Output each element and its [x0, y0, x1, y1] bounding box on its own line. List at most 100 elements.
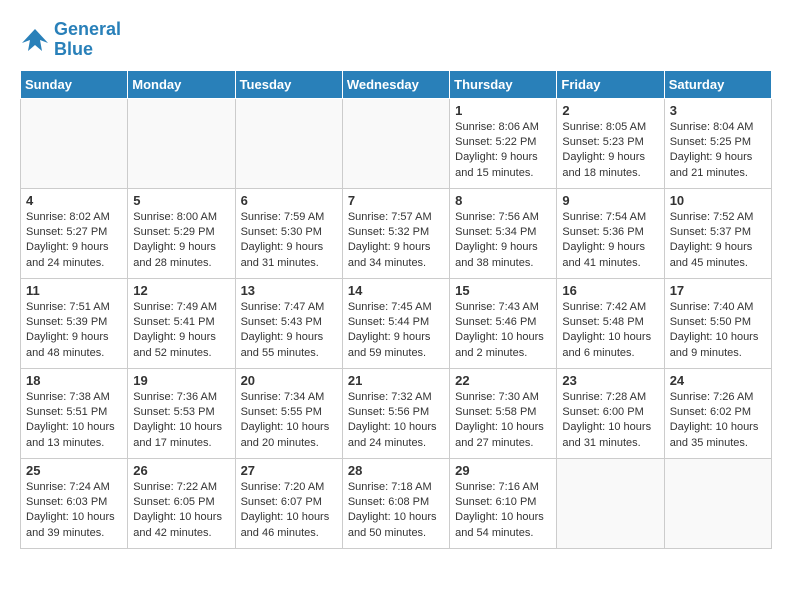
- calendar-cell: 26 Sunrise: 7:22 AM Sunset: 6:05 PM Dayli…: [128, 458, 235, 548]
- logo: General Blue: [20, 20, 121, 60]
- calendar-table: SundayMondayTuesdayWednesdayThursdayFrid…: [20, 70, 772, 549]
- weekday-header-saturday: Saturday: [664, 70, 771, 98]
- day-info: Sunrise: 7:24 AM Sunset: 6:03 PM Dayligh…: [26, 480, 122, 542]
- calendar-cell: 19Sunrise: 7:36 AM Sunset: 5:53 PM Dayli…: [128, 368, 235, 458]
- calendar-cell: 14Sunrise: 7:45 AM Sunset: 5:44 PM Dayli…: [342, 278, 449, 368]
- day-number: 28: [348, 463, 444, 478]
- weekday-header-row: SundayMondayTuesdayWednesdayThursdayFrid…: [21, 70, 772, 98]
- day-info: Sunrise: 7:57 AM Sunset: 5:32 PM Dayligh…: [348, 210, 444, 272]
- day-number: 9: [562, 193, 658, 208]
- day-number: 23: [562, 373, 658, 388]
- day-number: 12: [133, 283, 229, 298]
- day-info: Sunrise: 7:47 AM Sunset: 5:43 PM Dayligh…: [241, 300, 337, 362]
- calendar-cell: 25 Sunrise: 7:24 AM Sunset: 6:03 PM Dayli…: [21, 458, 128, 548]
- weekday-header-friday: Friday: [557, 70, 664, 98]
- logo-text: General Blue: [54, 20, 121, 60]
- page-header: General Blue: [20, 20, 772, 60]
- day-info: Sunrise: 7:28 AM Sunset: 6:00 PM Dayligh…: [562, 390, 658, 452]
- weekday-header-wednesday: Wednesday: [342, 70, 449, 98]
- day-info: Sunrise: 7:36 AM Sunset: 5:53 PM Dayligh…: [133, 390, 229, 452]
- logo-icon: [20, 25, 50, 55]
- calendar-cell: 6 Sunrise: 7:59 AM Sunset: 5:30 PM Daylig…: [235, 188, 342, 278]
- day-number: 18: [26, 373, 122, 388]
- calendar-cell: 17 Sunrise: 7:40 AM Sunset: 5:50 PM Dayli…: [664, 278, 771, 368]
- calendar-cell: 9 Sunrise: 7:54 AM Sunset: 5:36 PM Daylig…: [557, 188, 664, 278]
- day-number: 1: [455, 103, 551, 118]
- day-number: 2: [562, 103, 658, 118]
- day-number: 21: [348, 373, 444, 388]
- week-row-4: 18 Sunrise: 7:38 AM Sunset: 5:51 PM Dayli…: [21, 368, 772, 458]
- calendar-cell: 23 Sunrise: 7:28 AM Sunset: 6:00 PM Dayli…: [557, 368, 664, 458]
- day-info: Sunrise: 7:38 AM Sunset: 5:51 PM Dayligh…: [26, 390, 122, 452]
- day-info: Sunrise: 7:52 AM Sunset: 5:37 PM Dayligh…: [670, 210, 766, 272]
- day-info: Sunrise: 7:34 AM Sunset: 5:55 PM Dayligh…: [241, 390, 337, 452]
- day-number: 29: [455, 463, 551, 478]
- weekday-header-monday: Monday: [128, 70, 235, 98]
- weekday-header-sunday: Sunday: [21, 70, 128, 98]
- calendar-cell: [342, 98, 449, 188]
- day-info: Sunrise: 7:32 AM Sunset: 5:56 PM Dayligh…: [348, 390, 444, 452]
- day-info: Sunrise: 7:22 AM Sunset: 6:05 PM Dayligh…: [133, 480, 229, 542]
- day-number: 15: [455, 283, 551, 298]
- day-number: 4: [26, 193, 122, 208]
- day-info: Sunrise: 7:59 AM Sunset: 5:30 PM Dayligh…: [241, 210, 337, 272]
- week-row-5: 25 Sunrise: 7:24 AM Sunset: 6:03 PM Dayli…: [21, 458, 772, 548]
- calendar-cell: 5 Sunrise: 8:00 AM Sunset: 5:29 PM Daylig…: [128, 188, 235, 278]
- day-info: Sunrise: 7:54 AM Sunset: 5:36 PM Dayligh…: [562, 210, 658, 272]
- calendar-cell: [557, 458, 664, 548]
- calendar-cell: 29Sunrise: 7:16 AM Sunset: 6:10 PM Dayli…: [450, 458, 557, 548]
- calendar-cell: 22Sunrise: 7:30 AM Sunset: 5:58 PM Dayli…: [450, 368, 557, 458]
- calendar-cell: 3Sunrise: 8:04 AM Sunset: 5:25 PM Daylig…: [664, 98, 771, 188]
- calendar-cell: 16 Sunrise: 7:42 AM Sunset: 5:48 PM Dayli…: [557, 278, 664, 368]
- calendar-cell: 15 Sunrise: 7:43 AM Sunset: 5:46 PM Dayli…: [450, 278, 557, 368]
- day-number: 22: [455, 373, 551, 388]
- day-info: Sunrise: 8:06 AM Sunset: 5:22 PM Dayligh…: [455, 120, 551, 182]
- calendar-cell: [128, 98, 235, 188]
- weekday-header-thursday: Thursday: [450, 70, 557, 98]
- day-number: 11: [26, 283, 122, 298]
- day-info: Sunrise: 7:56 AM Sunset: 5:34 PM Dayligh…: [455, 210, 551, 272]
- day-info: Sunrise: 8:00 AM Sunset: 5:29 PM Dayligh…: [133, 210, 229, 272]
- day-number: 17: [670, 283, 766, 298]
- calendar-cell: [664, 458, 771, 548]
- day-number: 27: [241, 463, 337, 478]
- calendar-cell: [235, 98, 342, 188]
- calendar-cell: 24 Sunrise: 7:26 AM Sunset: 6:02 PM Dayli…: [664, 368, 771, 458]
- calendar-cell: 10 Sunrise: 7:52 AM Sunset: 5:37 PM Dayli…: [664, 188, 771, 278]
- calendar-cell: 7 Sunrise: 7:57 AM Sunset: 5:32 PM Daylig…: [342, 188, 449, 278]
- day-info: Sunrise: 7:40 AM Sunset: 5:50 PM Dayligh…: [670, 300, 766, 362]
- week-row-3: 11 Sunrise: 7:51 AM Sunset: 5:39 PM Dayli…: [21, 278, 772, 368]
- day-number: 16: [562, 283, 658, 298]
- day-info: Sunrise: 8:02 AM Sunset: 5:27 PM Dayligh…: [26, 210, 122, 272]
- day-number: 5: [133, 193, 229, 208]
- day-info: Sunrise: 7:51 AM Sunset: 5:39 PM Dayligh…: [26, 300, 122, 362]
- day-number: 24: [670, 373, 766, 388]
- week-row-2: 4 Sunrise: 8:02 AM Sunset: 5:27 PM Daylig…: [21, 188, 772, 278]
- day-info: Sunrise: 7:49 AM Sunset: 5:41 PM Dayligh…: [133, 300, 229, 362]
- calendar-cell: 2 Sunrise: 8:05 AM Sunset: 5:23 PM Daylig…: [557, 98, 664, 188]
- day-info: Sunrise: 8:04 AM Sunset: 5:25 PM Dayligh…: [670, 120, 766, 182]
- day-number: 14: [348, 283, 444, 298]
- day-number: 7: [348, 193, 444, 208]
- day-number: 10: [670, 193, 766, 208]
- day-info: Sunrise: 7:43 AM Sunset: 5:46 PM Dayligh…: [455, 300, 551, 362]
- week-row-1: 1 Sunrise: 8:06 AM Sunset: 5:22 PM Daylig…: [21, 98, 772, 188]
- day-number: 8: [455, 193, 551, 208]
- day-number: 13: [241, 283, 337, 298]
- calendar-cell: 4 Sunrise: 8:02 AM Sunset: 5:27 PM Daylig…: [21, 188, 128, 278]
- day-number: 6: [241, 193, 337, 208]
- calendar-cell: 13 Sunrise: 7:47 AM Sunset: 5:43 PM Dayli…: [235, 278, 342, 368]
- calendar-cell: 18 Sunrise: 7:38 AM Sunset: 5:51 PM Dayli…: [21, 368, 128, 458]
- day-info: Sunrise: 7:18 AM Sunset: 6:08 PM Dayligh…: [348, 480, 444, 542]
- day-info: Sunrise: 7:42 AM Sunset: 5:48 PM Dayligh…: [562, 300, 658, 362]
- calendar-cell: 28 Sunrise: 7:18 AM Sunset: 6:08 PM Dayli…: [342, 458, 449, 548]
- weekday-header-tuesday: Tuesday: [235, 70, 342, 98]
- day-number: 20: [241, 373, 337, 388]
- day-number: 26: [133, 463, 229, 478]
- calendar-cell: 12 Sunrise: 7:49 AM Sunset: 5:41 PM Dayli…: [128, 278, 235, 368]
- day-number: 25: [26, 463, 122, 478]
- calendar-cell: 8 Sunrise: 7:56 AM Sunset: 5:34 PM Daylig…: [450, 188, 557, 278]
- day-info: Sunrise: 8:05 AM Sunset: 5:23 PM Dayligh…: [562, 120, 658, 182]
- day-info: Sunrise: 7:26 AM Sunset: 6:02 PM Dayligh…: [670, 390, 766, 452]
- calendar-cell: 20 Sunrise: 7:34 AM Sunset: 5:55 PM Dayli…: [235, 368, 342, 458]
